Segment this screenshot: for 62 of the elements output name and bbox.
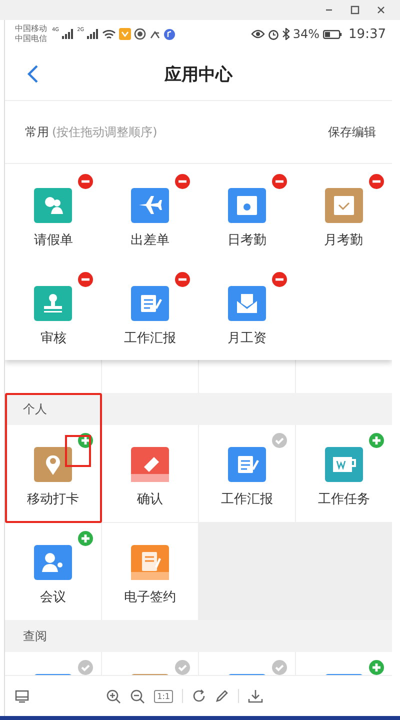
download-icon[interactable] bbox=[248, 689, 263, 703]
alarm-icon bbox=[268, 28, 279, 40]
back-icon[interactable] bbox=[27, 64, 39, 84]
section-title: 个人 bbox=[23, 400, 47, 418]
hint-text: (按住拖动调整顺序) bbox=[52, 124, 158, 140]
actual-size-button[interactable]: 1:1 bbox=[154, 690, 173, 702]
app-label: 请假单 bbox=[34, 232, 73, 249]
app-label: 工作汇报 bbox=[221, 491, 273, 508]
app-item[interactable]: 审核 bbox=[5, 262, 102, 360]
add-badge-icon[interactable] bbox=[369, 433, 384, 448]
remove-badge-icon[interactable] bbox=[175, 174, 190, 189]
remove-badge-icon[interactable] bbox=[272, 174, 287, 189]
app-label: 日考勤 bbox=[227, 232, 266, 249]
app-label: 月工资 bbox=[227, 330, 266, 347]
signal-icon bbox=[62, 29, 74, 39]
app-item[interactable]: 电子签约 bbox=[102, 523, 198, 620]
zoom-out-icon[interactable] bbox=[130, 688, 146, 704]
page-title: 应用中心 bbox=[164, 64, 232, 86]
app-item[interactable]: 确认 bbox=[102, 425, 198, 522]
add-badge-icon[interactable] bbox=[78, 531, 93, 546]
eye-icon bbox=[250, 29, 265, 39]
section-title: 常用 bbox=[25, 124, 49, 140]
save-edit-button[interactable]: 保存编辑 bbox=[328, 122, 376, 142]
app-label: 工作汇报 bbox=[124, 330, 176, 347]
remove-badge-icon[interactable] bbox=[368, 174, 384, 189]
app-item[interactable]: 工作汇报 bbox=[199, 425, 295, 522]
app-label: 确认 bbox=[137, 491, 163, 508]
carrier-name: 中国电信 bbox=[15, 34, 47, 44]
eye-circle-icon bbox=[134, 28, 146, 40]
app-label: 会议 bbox=[40, 589, 66, 606]
remove-badge-icon[interactable] bbox=[272, 272, 287, 287]
app-label: 移动打卡 bbox=[27, 491, 79, 508]
figure-icon bbox=[149, 28, 162, 40]
app-notification-icon bbox=[119, 28, 132, 40]
app-label: 审核 bbox=[40, 330, 66, 347]
remove-badge-icon[interactable] bbox=[78, 272, 94, 287]
section-title: 查阅 bbox=[23, 628, 47, 644]
app-item[interactable]: 工作任务 bbox=[296, 425, 392, 522]
wifi-icon bbox=[102, 28, 116, 40]
maximize-icon[interactable] bbox=[350, 5, 360, 15]
battery-icon bbox=[322, 30, 342, 38]
app-label: 工作任务 bbox=[318, 491, 370, 508]
signal-icon bbox=[87, 29, 100, 39]
app-item[interactable]: 会议 bbox=[5, 523, 101, 620]
remove-badge-icon[interactable] bbox=[78, 174, 94, 189]
zoom-in-icon[interactable] bbox=[106, 688, 122, 704]
monitor-icon[interactable] bbox=[15, 690, 29, 702]
app-label: 出差单 bbox=[130, 232, 170, 249]
remove-badge-icon[interactable] bbox=[175, 272, 190, 287]
bluetooth-icon bbox=[282, 28, 290, 40]
music-icon bbox=[164, 28, 176, 40]
pencil-icon[interactable] bbox=[215, 689, 229, 703]
add-badge-icon[interactable] bbox=[78, 433, 93, 448]
add-badge-icon[interactable] bbox=[369, 660, 384, 675]
battery-percent: 34% bbox=[292, 27, 320, 41]
carrier-name: 中国移动 bbox=[15, 24, 47, 34]
app-label: 电子签约 bbox=[124, 589, 176, 606]
close-icon[interactable] bbox=[376, 5, 386, 15]
app-label: 月考勤 bbox=[324, 232, 364, 249]
clock-time: 19:37 bbox=[348, 26, 386, 42]
app-item[interactable]: 移动打卡 bbox=[5, 425, 101, 522]
rotate-icon[interactable] bbox=[192, 689, 206, 703]
